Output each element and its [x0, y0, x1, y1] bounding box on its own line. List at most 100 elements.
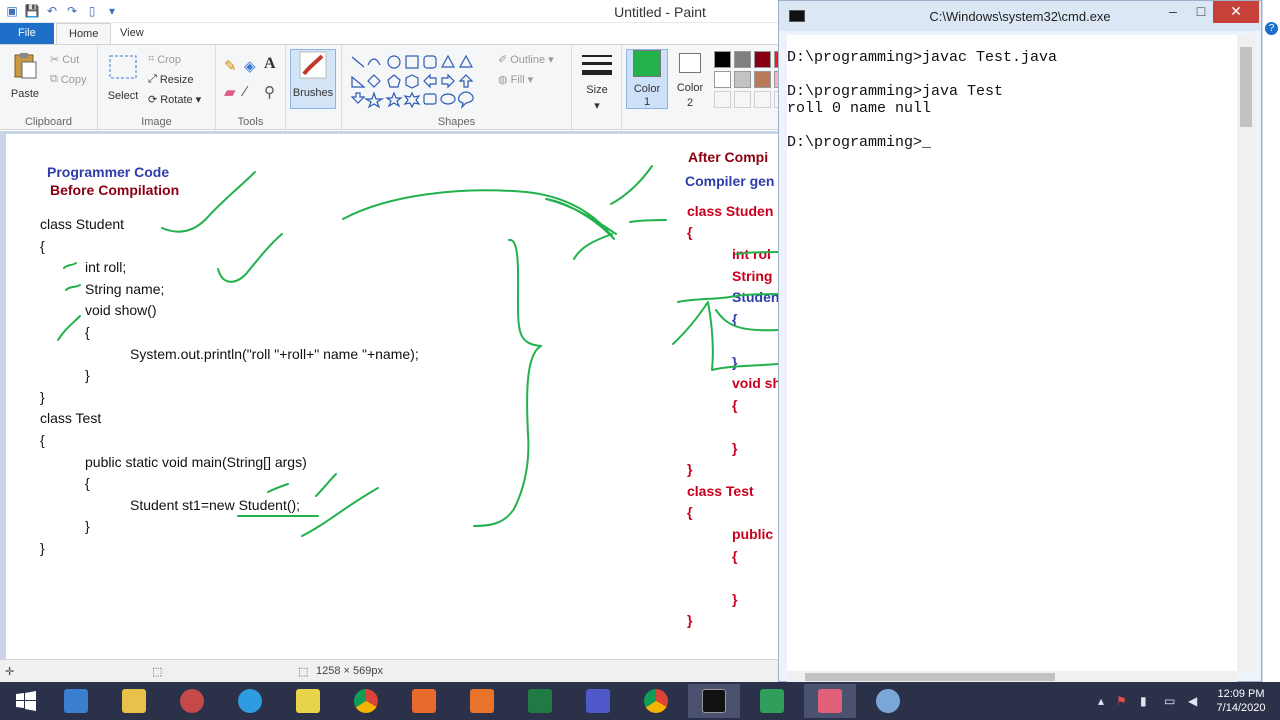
cmd-window: C:\Windows\system32\cmd.exe – □ ✕ D:\pro…	[778, 0, 1262, 683]
taskbar-paint[interactable]	[862, 684, 914, 718]
taskbar-calculator[interactable]	[50, 684, 102, 718]
magnifier-icon[interactable]: ⚲	[264, 83, 275, 101]
undo-icon[interactable]: ↶	[44, 3, 60, 19]
pencil-icon[interactable]: ✎	[224, 57, 237, 75]
window-title: Untitled - Paint	[614, 4, 706, 20]
paint-status-bar: ✛ ⬚ ⬚ 1258 × 569px	[0, 659, 780, 682]
brushes-button[interactable]: Brushes	[290, 49, 336, 109]
battery-icon[interactable]: ▭	[1164, 694, 1175, 708]
help-icon[interactable]: ?	[1265, 22, 1278, 35]
cut-button[interactable]: ✂ Cut	[50, 53, 80, 67]
shapes-gallery[interactable]	[348, 53, 486, 109]
copy-icon: ⧉	[50, 73, 58, 85]
select-label: Select	[107, 90, 139, 102]
rotate-button[interactable]: ⟳ Rotate ▾	[148, 93, 201, 107]
color1-button[interactable]: Color 1	[626, 49, 668, 109]
palette-color[interactable]	[754, 51, 771, 68]
taskbar-cmd[interactable]	[688, 684, 740, 718]
text-tool-icon[interactable]: A	[264, 55, 276, 73]
taskbar-chrome[interactable]	[340, 684, 392, 718]
size-button[interactable]: Size ▾	[580, 51, 614, 112]
palette-color[interactable]	[754, 71, 771, 88]
color2-swatch	[679, 53, 701, 73]
eraser-icon[interactable]: ▰	[224, 83, 236, 101]
taskbar-internet-explorer[interactable]	[224, 684, 276, 718]
crop-button[interactable]: ⌗ Crop	[148, 53, 181, 66]
fill-icon: ◍	[498, 74, 508, 86]
excel-icon	[528, 689, 552, 713]
fill-button[interactable]: ◍ Fill ▾	[498, 73, 533, 87]
palette-empty-slot[interactable]	[754, 91, 771, 108]
close-button[interactable]: ✕	[1213, 1, 1259, 23]
cut-label: Cut	[62, 53, 80, 66]
palette-color[interactable]	[734, 71, 751, 88]
console-line: D:\programming>javac Test.java	[787, 49, 1058, 66]
paint-app-icon[interactable]: ▣	[4, 3, 20, 19]
outline-button[interactable]: ✐ Outline ▾	[498, 53, 554, 67]
paste-label: Paste	[10, 88, 40, 100]
system-clock[interactable]: 12:09 PM 7/14/2020	[1206, 687, 1276, 715]
taskbar-notes[interactable]	[282, 684, 334, 718]
copy-label: Copy	[60, 73, 87, 86]
taskbar-recorder[interactable]	[398, 684, 450, 718]
redo-icon[interactable]: ↷	[64, 3, 80, 19]
palette-empty-slot[interactable]	[734, 91, 751, 108]
windows-logo-icon	[16, 691, 36, 711]
quick-access-toolbar: ▣ 💾 ↶ ↷ ▯ ▾	[4, 3, 120, 19]
color-picker-icon[interactable]: ⁄	[244, 83, 247, 100]
palette-empty-slot[interactable]	[714, 91, 731, 108]
palette-color[interactable]	[714, 71, 731, 88]
camera-icon	[470, 689, 494, 713]
customize-qat-icon[interactable]: ▾	[104, 3, 120, 19]
tab-file[interactable]: File	[0, 23, 54, 44]
crop-label: Crop	[157, 53, 182, 66]
taskbar-chrome-2[interactable]	[630, 684, 682, 718]
paste-icon	[14, 53, 37, 79]
color1-swatch	[633, 50, 661, 77]
taskbar-excel[interactable]	[514, 684, 566, 718]
start-button[interactable]	[0, 684, 52, 718]
show-hidden-icons-icon[interactable]: ▴	[1098, 694, 1104, 708]
minimize-button[interactable]: –	[1159, 1, 1187, 23]
taskbar-paint-eraser[interactable]	[804, 684, 856, 718]
taskbar-teams[interactable]	[572, 684, 624, 718]
vertical-scroll-thumb[interactable]	[1240, 47, 1252, 127]
paint-palette-icon	[876, 689, 900, 713]
tab-home[interactable]: Home	[56, 23, 112, 44]
taskbar: ▴ ⚑ ▮ ▭ ◀ 12:09 PM 7/14/2020	[0, 682, 1280, 720]
internet-explorer-icon	[238, 689, 262, 713]
volume-icon[interactable]: ◀	[1188, 694, 1197, 708]
color2-button[interactable]: Color 2	[672, 53, 708, 109]
maximize-button[interactable]: □	[1187, 1, 1215, 23]
console-prompt: D:\programming>_	[787, 134, 932, 151]
resize-button[interactable]: ⤢ Resize	[148, 73, 193, 86]
rotate-label: Rotate	[160, 93, 193, 106]
copy-button[interactable]: ⧉ Copy	[50, 73, 87, 86]
taskbar-app-green[interactable]	[746, 684, 798, 718]
select-button[interactable]: Select	[106, 53, 140, 102]
image-group: Select ⌗ Crop ⤢ Resize ⟳ Rotate ▾ Image	[98, 45, 216, 131]
action-center-icon[interactable]: ⚑	[1116, 694, 1127, 708]
taskbar-file-explorer[interactable]	[108, 684, 160, 718]
chrome-icon	[354, 689, 378, 713]
eraser-app-icon	[818, 689, 842, 713]
fill-bucket-icon[interactable]: ◈	[244, 57, 256, 75]
console-line: roll 0 name null	[787, 100, 932, 117]
cmd-console[interactable]: D:\programming>javac Test.java D:\progra…	[787, 35, 1237, 671]
tab-view[interactable]: View	[108, 23, 156, 44]
palette-color[interactable]	[734, 51, 751, 68]
drawing-canvas[interactable]: Programmer Code Before Compilation class…	[6, 134, 778, 659]
network-icon[interactable]: ▮	[1140, 694, 1147, 708]
fill-label: Fill	[510, 73, 525, 86]
tools-group-label: Tools	[237, 116, 264, 128]
save-icon[interactable]: 💾	[24, 3, 40, 19]
vertical-scrollbar[interactable]	[1237, 35, 1255, 671]
new-file-icon[interactable]: ▯	[84, 3, 100, 19]
horizontal-scroll-thumb[interactable]	[805, 673, 1055, 681]
color2-number: 2	[686, 97, 694, 109]
paste-button[interactable]: Paste	[8, 51, 42, 100]
taskbar-snipping-tool[interactable]	[166, 684, 218, 718]
scissors-icon: ✂	[50, 54, 60, 66]
taskbar-camera[interactable]	[456, 684, 508, 718]
palette-color[interactable]	[714, 51, 731, 68]
